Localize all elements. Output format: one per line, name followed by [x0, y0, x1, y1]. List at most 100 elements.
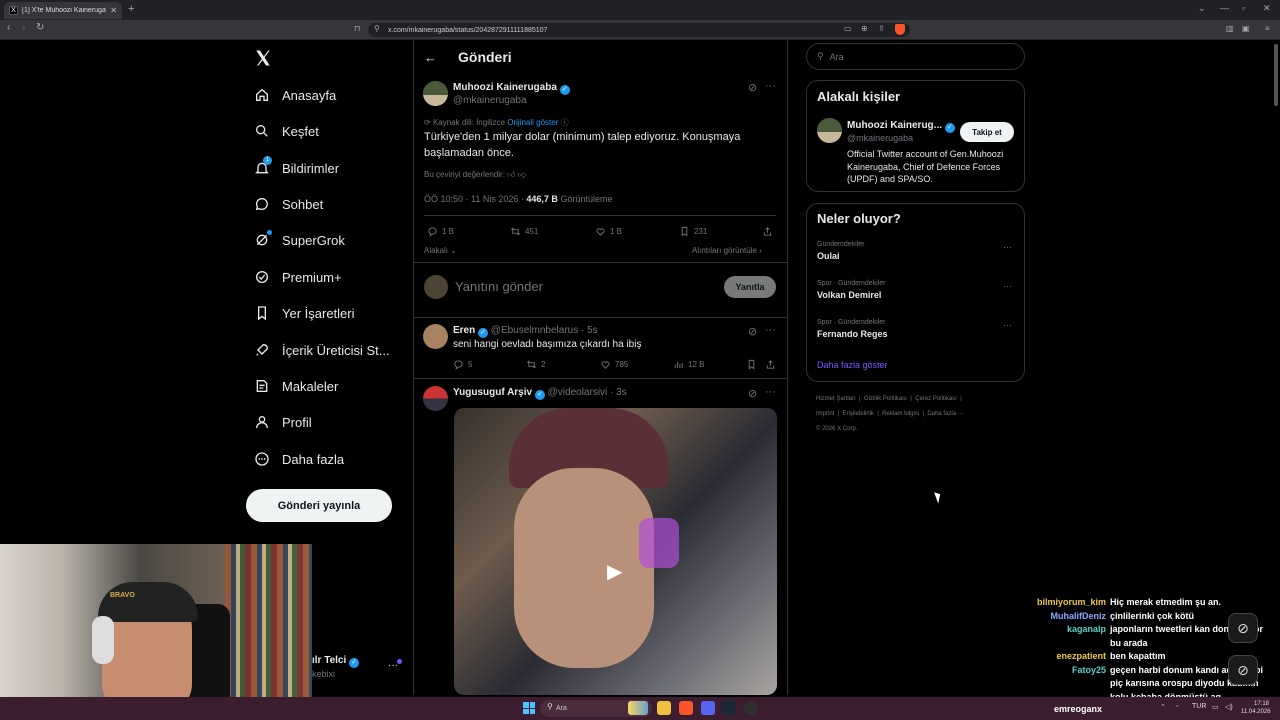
post-button[interactable]: Gönderi yayınla — [246, 489, 392, 522]
person-handle[interactable]: @mkainerugaba — [847, 133, 913, 143]
tray-app-icon[interactable]: ◦ — [1176, 703, 1178, 710]
language-indicator[interactable]: TUR — [1192, 703, 1206, 710]
start-icon[interactable] — [523, 702, 535, 714]
follow-button[interactable]: Takip et — [960, 122, 1014, 142]
tray-expand-icon[interactable]: ⌃ — [1160, 703, 1166, 711]
reply-more-icon[interactable]: ··· — [765, 386, 776, 398]
grok-explain-icon[interactable]: ⊘ — [748, 81, 757, 94]
reply-handle[interactable]: @Ebuselmnbelarus — [491, 325, 578, 336]
back-nav-icon[interactable]: ‹ — [7, 22, 10, 33]
footer-link[interactable]: Gizlilik Politikası — [864, 396, 907, 402]
grok-overlay-icon[interactable]: ⊘ — [1228, 613, 1258, 643]
like-action[interactable]: 785 — [600, 359, 628, 370]
nav-item-explore[interactable]: Keşfet — [254, 119, 319, 143]
reply-avatar[interactable] — [423, 386, 448, 411]
thumbs-down-icon[interactable]: 👎︎ — [518, 170, 526, 179]
minimize-icon[interactable]: — — [1220, 3, 1229, 13]
nav-item-creator-studio[interactable]: İçerik Üreticisi St... — [254, 338, 390, 362]
bookmark-action[interactable]: 231 — [679, 226, 707, 237]
file-explorer-icon[interactable] — [657, 701, 671, 715]
forward-nav-icon[interactable]: › — [22, 22, 25, 33]
thumbs-up-icon[interactable]: 👍︎ — [507, 170, 515, 179]
trend-item[interactable]: Gündemdekiler Oulai — [817, 241, 864, 261]
discord-icon[interactable] — [701, 701, 715, 715]
share-action[interactable] — [765, 359, 776, 370]
reload-icon[interactable]: ↻ — [36, 22, 44, 33]
back-arrow-icon[interactable]: ← — [424, 50, 437, 65]
x-logo-icon[interactable] — [254, 49, 272, 67]
nav-item-bookmarks[interactable]: Yer İşaretleri — [254, 301, 355, 325]
tweet-author[interactable]: Muhoozi Kainerugaba ✓ — [453, 82, 570, 95]
brave-shield-icon[interactable] — [895, 24, 905, 35]
play-icon[interactable]: ▶ — [607, 559, 622, 584]
network-icon[interactable]: ▭ — [1212, 703, 1219, 711]
video-player[interactable] — [454, 408, 777, 695]
tweet-time[interactable]: ÖÖ 10:50 · 11 Nis 2026 · — [424, 194, 524, 204]
nav-item-articles[interactable]: Makaleler — [254, 374, 338, 398]
new-tab-icon[interactable]: + — [128, 3, 134, 15]
close-window-icon[interactable]: ✕ — [1263, 3, 1271, 14]
sidebar-icon[interactable]: ▥ — [1226, 24, 1234, 33]
footer-link[interactable]: Reklam bilgisi — [882, 411, 919, 417]
like-action[interactable]: 1 B — [595, 226, 622, 237]
repost-action[interactable]: 451 — [510, 226, 538, 237]
nav-item-more[interactable]: Daha fazla — [254, 447, 344, 471]
info-icon[interactable]: ⓘ — [561, 118, 569, 127]
trend-more-icon[interactable]: ··· — [1003, 242, 1012, 252]
my-avatar[interactable] — [424, 275, 448, 299]
share-action[interactable] — [762, 226, 773, 237]
tab-list-icon[interactable]: ⌄ — [1198, 3, 1206, 14]
nav-item-profile[interactable]: Profil — [254, 410, 312, 434]
footer-link[interactable]: Çerez Politikası — [915, 396, 957, 402]
share-icon[interactable]: ⇪ — [878, 24, 885, 33]
grok-explain-icon[interactable]: ⊘ — [748, 325, 757, 338]
widgets-icon[interactable] — [628, 701, 648, 715]
nav-item-home[interactable]: Anasayfa — [254, 83, 336, 107]
reply-avatar[interactable] — [423, 324, 448, 349]
reply-action[interactable]: 5 — [453, 359, 472, 370]
address-bar[interactable]: x.com/mkainerugaba/status/20428729111118… — [368, 23, 910, 37]
zoom-icon[interactable]: ⊕ — [861, 24, 868, 33]
reply-action[interactable]: 1 B — [427, 226, 454, 237]
person-name[interactable]: Muhoozi Kainerug... ✓ — [847, 120, 955, 133]
obs-icon[interactable] — [744, 701, 758, 715]
browser-tab[interactable]: X [1] X'te Muhoozi Kainerugaba: "T ✕ — [4, 2, 122, 19]
steam-icon[interactable] — [722, 701, 736, 715]
footer-link[interactable]: Imprint — [816, 411, 834, 417]
close-tab-icon[interactable]: ✕ — [110, 6, 117, 15]
footer-link[interactable]: Erişilebilirlik — [843, 411, 874, 417]
trend-item[interactable]: Spor · Gündemdekiler Volkan Demirel — [817, 280, 885, 300]
reply-handle[interactable]: @videolarsivi — [548, 387, 608, 398]
tweet-more-icon[interactable]: ··· — [765, 80, 776, 92]
wallet-icon[interactable]: ▣ — [1242, 24, 1250, 33]
maximize-icon[interactable]: ▫ — [1242, 3, 1245, 13]
reply-time[interactable]: · 5s — [581, 325, 598, 336]
footer-link[interactable]: Daha fazla ··· — [927, 411, 963, 417]
trend-more-icon[interactable]: ··· — [1003, 281, 1012, 291]
trend-more-icon[interactable]: ··· — [1003, 320, 1012, 330]
site-info-icon[interactable]: ⚲ — [374, 24, 380, 33]
reply-more-icon[interactable]: ··· — [765, 324, 776, 336]
account-name[interactable]: ılr Telci ✓ — [312, 655, 360, 668]
nav-item-chat[interactable]: Sohbet — [254, 192, 323, 216]
reply-button[interactable]: Yanıtla — [724, 276, 776, 298]
reply-author[interactable]: Yugusuguf Arşiv — [453, 387, 532, 398]
menu-icon[interactable]: ≡ — [1265, 24, 1270, 33]
reply-time[interactable]: · 3s — [610, 387, 627, 398]
bookmark-page-icon[interactable]: ⊓ — [354, 24, 360, 33]
bookmark-action[interactable] — [746, 359, 757, 370]
reply-author[interactable]: Eren — [453, 325, 475, 336]
footer-link[interactable]: Hizmet Şartları — [816, 396, 856, 402]
nav-item-premium[interactable]: Premium+ — [254, 265, 342, 289]
show-original-link[interactable]: Orijinali göster — [507, 118, 558, 127]
trend-item[interactable]: Spor · Gündemdekiler Fernando Reges — [817, 319, 888, 339]
page-scrollbar[interactable] — [1274, 44, 1278, 106]
author-avatar[interactable] — [423, 81, 448, 106]
show-more-link[interactable]: Daha fazla göster — [817, 360, 888, 370]
volume-icon[interactable]: ◁) — [1225, 703, 1233, 711]
views-action[interactable]: 12 B — [673, 359, 704, 370]
repost-action[interactable]: 2 — [526, 359, 545, 370]
reply-input[interactable]: Yanıtını gönder — [455, 279, 543, 294]
grok-explain-icon[interactable]: ⊘ — [748, 387, 757, 400]
search-input[interactable]: ⚲ Ara — [806, 43, 1025, 70]
